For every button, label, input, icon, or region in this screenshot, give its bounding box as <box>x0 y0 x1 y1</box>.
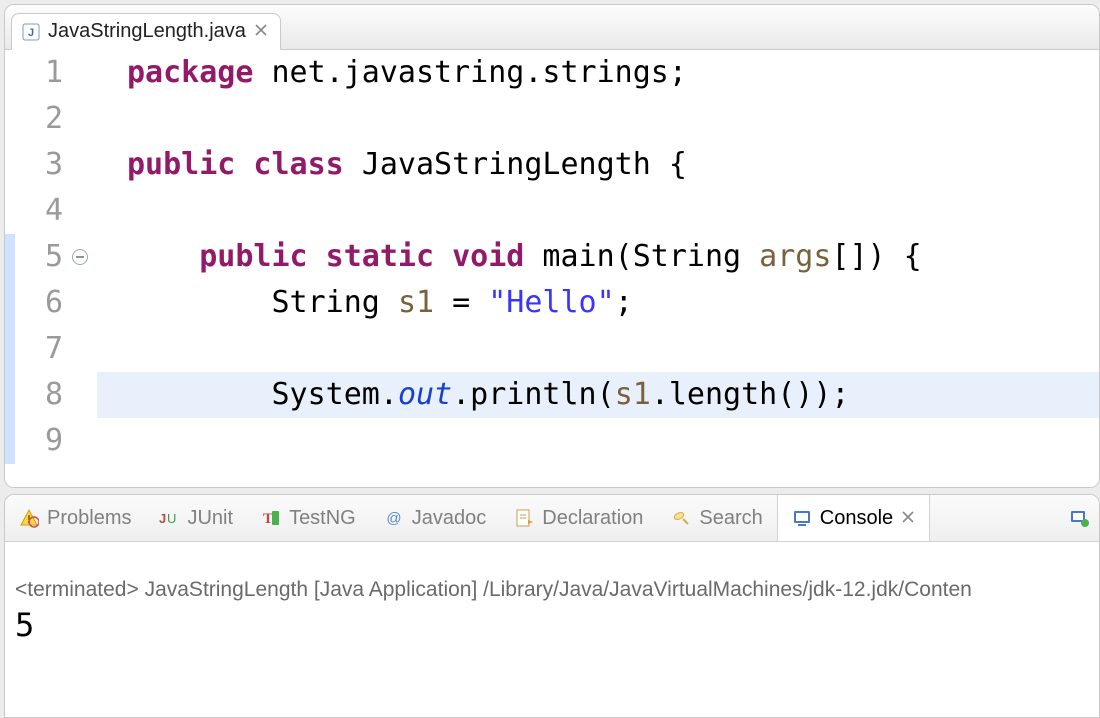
console-icon <box>792 508 812 528</box>
editor-margin <box>5 50 25 487</box>
code-line[interactable]: public class JavaStringLength { <box>97 142 1099 188</box>
code-token: net.javastring.strings; <box>272 55 687 90</box>
view-tab-label: Declaration <box>542 507 643 530</box>
code-token: main(String <box>542 239 759 274</box>
javadoc-icon: @ <box>384 508 404 528</box>
pin-console-button[interactable] <box>1059 495 1099 541</box>
line-number: 6 <box>25 280 63 326</box>
search-icon <box>671 508 691 528</box>
fold-column <box>69 50 97 487</box>
code-token <box>127 239 199 274</box>
console-body[interactable]: <terminated> JavaStringLength [Java Appl… <box>5 542 1099 717</box>
code-token: public class <box>127 147 362 182</box>
view-tab-decl[interactable]: Declaration <box>500 495 657 541</box>
code-line[interactable]: package net.javastring.strings; <box>97 50 1099 96</box>
svg-text:J: J <box>159 511 166 526</box>
console-status: <terminated> JavaStringLength [Java Appl… <box>15 578 1099 602</box>
code-line[interactable]: String s1 = "Hello"; <box>97 280 1099 326</box>
fold-slot <box>69 50 97 96</box>
fold-slot <box>69 142 97 188</box>
line-number: 1 <box>25 50 63 96</box>
view-tab-label: Search <box>699 507 762 530</box>
code-token: out <box>398 377 452 412</box>
view-tab-problems[interactable]: Problems <box>5 495 145 541</box>
bottom-panel: Problems JU JUnit T TestNG @ Javadoc Declaratio… <box>4 494 1100 718</box>
code-line[interactable] <box>97 188 1099 234</box>
fold-slot <box>69 372 97 418</box>
svg-text:U: U <box>167 511 176 526</box>
line-number: 2 <box>25 96 63 142</box>
console-output: 5 <box>15 606 1099 644</box>
code-line[interactable] <box>97 96 1099 142</box>
close-icon[interactable] <box>901 508 915 529</box>
view-tab-label: Console <box>820 507 893 530</box>
views-tabbar: Problems JU JUnit T TestNG @ Javadoc Declaratio… <box>5 495 1099 542</box>
code-token: public static void <box>199 239 542 274</box>
line-number: 7 <box>25 326 63 372</box>
svg-text:T: T <box>263 511 273 527</box>
code-line[interactable] <box>97 326 1099 372</box>
change-strip <box>5 234 15 464</box>
code-token: []) { <box>831 239 921 274</box>
line-number-gutter: 123456789 <box>25 50 69 487</box>
fold-slot <box>69 96 97 142</box>
view-tab-javadoc[interactable]: @ Javadoc <box>370 495 501 541</box>
line-number: 9 <box>25 418 63 464</box>
code-token: JavaStringLength { <box>362 147 687 182</box>
code-line[interactable]: public static void main(String args[]) { <box>97 234 1099 280</box>
line-number: 8 <box>25 372 63 418</box>
code-token: = <box>434 285 488 320</box>
fold-slot <box>69 418 97 464</box>
editor-tab[interactable]: J JavaStringLength.java <box>11 13 281 50</box>
code-token: ; <box>615 285 633 320</box>
code-line[interactable] <box>97 418 1099 464</box>
svg-text:@: @ <box>386 510 401 527</box>
svg-text:J: J <box>28 27 34 39</box>
view-tab-label: Javadoc <box>412 507 487 530</box>
fold-slot <box>69 188 97 234</box>
view-tab-junit[interactable]: JU JUnit <box>145 495 247 541</box>
code-token: s1 <box>398 285 434 320</box>
testng-icon: T <box>261 508 281 528</box>
code-token: .length()); <box>651 377 850 412</box>
code-token: package <box>127 55 272 90</box>
line-number: 5 <box>25 234 63 280</box>
code-token: System. <box>127 377 398 412</box>
java-file-icon: J <box>22 23 40 41</box>
view-tab-label: TestNG <box>289 507 356 530</box>
code-content[interactable]: package net.javastring.strings; public cl… <box>97 50 1099 487</box>
code-token: String <box>127 285 398 320</box>
view-tab-console[interactable]: Console <box>777 495 930 541</box>
problems-icon <box>19 508 39 528</box>
view-tab-testng[interactable]: T TestNG <box>247 495 370 541</box>
close-icon[interactable] <box>254 21 268 42</box>
code-line[interactable]: System.out.println(s1.length()); <box>97 372 1099 418</box>
fold-toggle-icon[interactable] <box>69 234 97 280</box>
view-tab-search[interactable]: Search <box>657 495 776 541</box>
code-token: .println( <box>452 377 615 412</box>
junit-icon: JU <box>159 508 179 528</box>
editor-pane: J JavaStringLength.java 123456789 packag… <box>4 4 1100 488</box>
code-token: args <box>759 239 831 274</box>
editor-tabbar: J JavaStringLength.java <box>5 5 1099 50</box>
line-number: 3 <box>25 142 63 188</box>
declaration-icon <box>514 508 534 528</box>
view-tab-label: JUnit <box>187 507 233 530</box>
code-editor[interactable]: 123456789 package net.javastring.strings… <box>5 50 1099 487</box>
code-token: s1 <box>615 377 651 412</box>
editor-tab-label: JavaStringLength.java <box>48 20 246 43</box>
ide-window: J JavaStringLength.java 123456789 packag… <box>0 0 1100 718</box>
line-number: 4 <box>25 188 63 234</box>
fold-slot <box>69 280 97 326</box>
fold-slot <box>69 326 97 372</box>
view-tab-label: Problems <box>47 507 131 530</box>
code-token: "Hello" <box>488 285 614 320</box>
display-selected-console-icon <box>1069 508 1089 528</box>
